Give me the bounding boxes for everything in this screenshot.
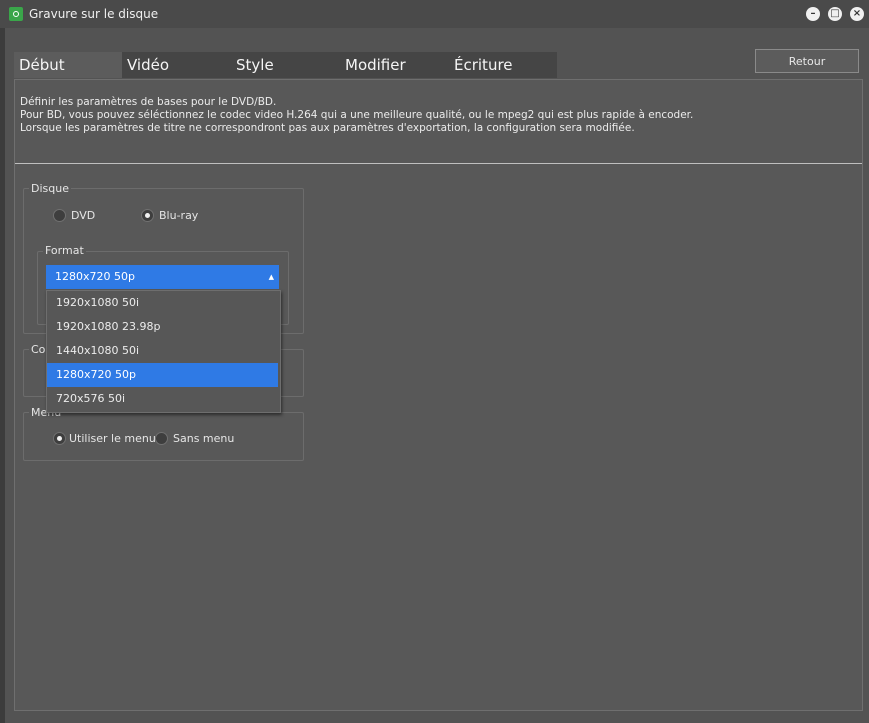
tab-style[interactable]: Style (231, 52, 340, 78)
close-icon[interactable]: × (850, 7, 864, 21)
codec-group-label: Co (29, 343, 48, 356)
no-menu-radio[interactable] (155, 432, 168, 445)
format-option[interactable]: 1920x1080 23.98p (47, 315, 278, 339)
format-select[interactable]: 1280x720 50p ▲ (46, 265, 279, 289)
maximize-icon[interactable]: □ (828, 7, 842, 21)
app-disc-icon (9, 7, 23, 21)
dialog-body: Début Vidéo Style Modifier Écriture Reto… (5, 28, 869, 723)
tab-bar: Début Vidéo Style Modifier Écriture (14, 52, 557, 78)
minimize-icon[interactable]: – (806, 7, 820, 21)
use-menu-radio[interactable] (53, 432, 66, 445)
format-option[interactable]: 1440x1080 50i (47, 339, 278, 363)
back-button[interactable]: Retour (755, 49, 859, 73)
tab-debut[interactable]: Début (14, 52, 122, 78)
tab-modifier[interactable]: Modifier (340, 52, 449, 78)
bluray-label[interactable]: Blu-ray (159, 209, 198, 222)
format-group-label: Format (43, 244, 86, 257)
format-select-value: 1280x720 50p (55, 270, 135, 283)
format-option[interactable]: 1920x1080 50i (47, 291, 278, 315)
title-bar: Gravure sur le disque – □ × (0, 0, 869, 28)
tab-ecriture[interactable]: Écriture (449, 52, 557, 78)
description: Définir les paramètres de bases pour le … (20, 96, 693, 135)
format-option-selected[interactable]: 1280x720 50p (47, 363, 278, 387)
bluray-radio[interactable] (141, 209, 154, 222)
dvd-label[interactable]: DVD (71, 209, 95, 222)
description-line: Pour BD, vous pouvez séléctionnez le cod… (20, 109, 694, 121)
format-option[interactable]: 720x576 50i (47, 387, 278, 411)
window-title: Gravure sur le disque (29, 7, 159, 21)
no-menu-label[interactable]: Sans menu (173, 432, 234, 445)
dvd-radio[interactable] (53, 209, 66, 222)
separator (15, 163, 862, 164)
dropdown-arrow-icon[interactable]: ▲ (269, 265, 274, 289)
disc-group-label: Disque (29, 182, 71, 195)
description-line: Définir les paramètres de bases pour le … (20, 96, 277, 108)
tab-video[interactable]: Vidéo (122, 52, 231, 78)
description-line: Lorsque les paramètres de titre ne corre… (20, 122, 635, 134)
format-dropdown-list: 1920x1080 50i 1920x1080 23.98p 1440x1080… (46, 290, 281, 413)
use-menu-label[interactable]: Utiliser le menu (69, 432, 156, 445)
